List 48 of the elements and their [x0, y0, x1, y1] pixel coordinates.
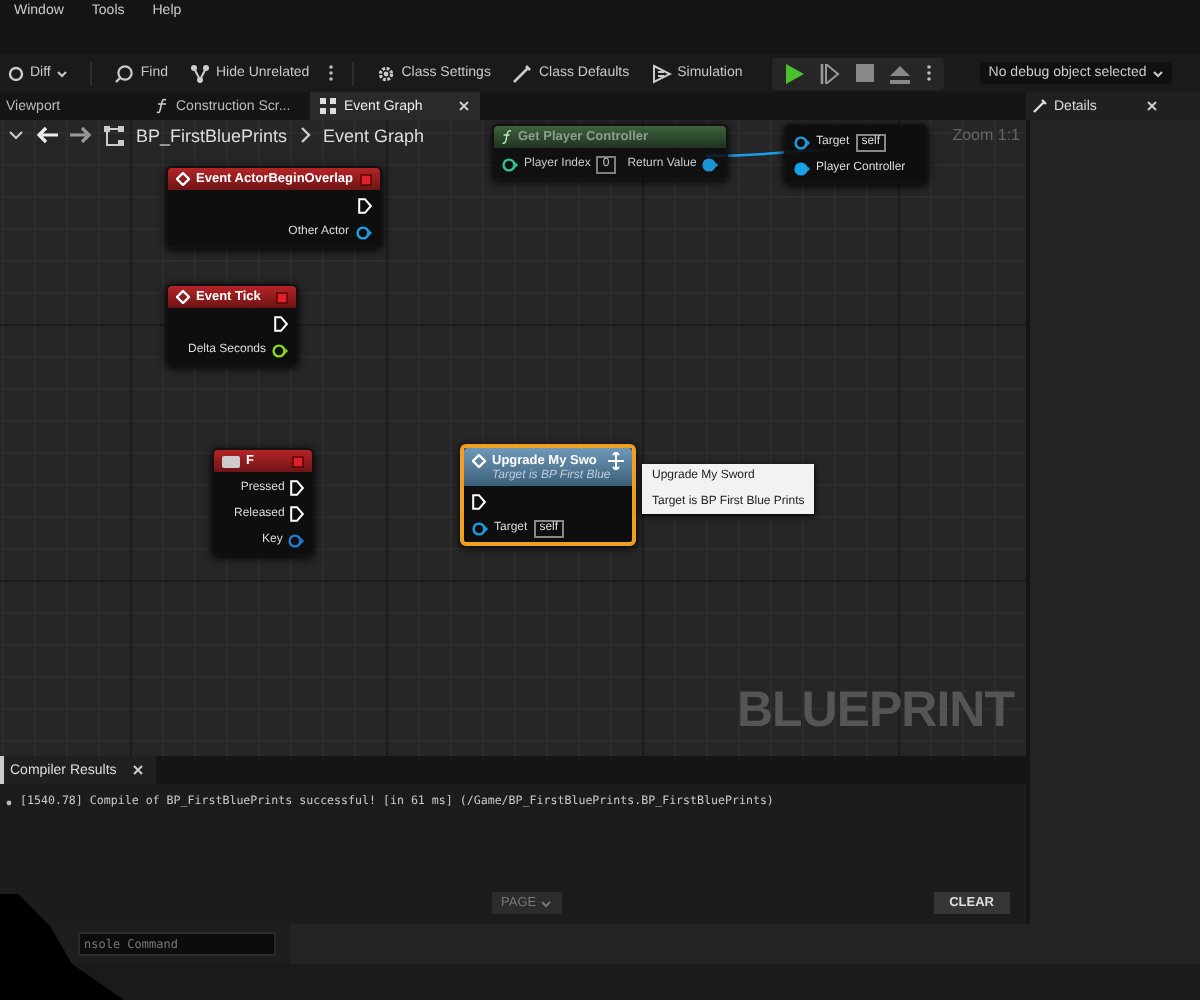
caret-icon: [56, 69, 69, 77]
data-pin-icon[interactable]: [794, 161, 810, 175]
graph-icon: [320, 98, 336, 114]
data-pin-icon[interactable]: [502, 157, 518, 171]
settings-icon: [375, 63, 396, 83]
exec-pin-icon[interactable]: [290, 480, 305, 496]
graph-breadcrumb[interactable]: Event Graph: [323, 125, 425, 145]
forward-arrow-icon[interactable]: [70, 126, 92, 144]
data-pin-icon[interactable]: [355, 225, 372, 239]
delegate-pin-icon: [276, 291, 289, 303]
pencil-icon: [1032, 98, 1048, 114]
close-icon[interactable]: [1146, 100, 1159, 112]
data-pin-icon[interactable]: [702, 157, 719, 171]
delegate-pin-icon: [292, 455, 305, 467]
diamond-icon: [472, 454, 486, 468]
data-pin-icon[interactable]: [794, 135, 810, 149]
move-cursor-icon: [608, 452, 624, 470]
search-icon: [114, 63, 135, 83]
exec-pin-icon[interactable]: [357, 198, 372, 214]
close-icon[interactable]: [132, 764, 145, 776]
caret-icon: [1152, 69, 1165, 77]
data-pin-icon[interactable]: [272, 343, 289, 357]
dropdown-icon[interactable]: [8, 130, 24, 140]
more-options-icon[interactable]: [323, 62, 338, 84]
zoom-label: Zoom 1:1: [952, 126, 1020, 144]
chevron-icon: [299, 126, 312, 144]
exec-pin-icon[interactable]: [274, 316, 289, 332]
delegate-pin-icon: [359, 173, 372, 185]
blueprint-label: BLUEPRINT: [736, 682, 1014, 740]
function-icon: [502, 130, 512, 144]
diamond-icon: [176, 290, 190, 304]
back-arrow-icon[interactable]: [36, 126, 58, 144]
pencil-icon: [512, 63, 533, 83]
close-icon[interactable]: [458, 100, 471, 112]
blueprint-breadcrumb[interactable]: BP_FirstBluePrints: [136, 125, 288, 145]
hierarchy-icon: [104, 125, 124, 145]
simulation-icon: [651, 63, 672, 83]
diamond-icon: [176, 172, 190, 186]
keyboard-icon: [222, 455, 240, 467]
bullet-icon: [6, 799, 12, 805]
nodes-icon: [190, 63, 210, 83]
caret-icon: [540, 899, 553, 907]
function-icon: [156, 98, 168, 114]
exec-pin-icon[interactable]: [290, 506, 305, 522]
data-pin-icon[interactable]: [288, 533, 305, 547]
diff-icon: [8, 65, 24, 81]
exec-pin-icon[interactable]: [472, 494, 486, 510]
data-pin-icon[interactable]: [472, 521, 488, 535]
